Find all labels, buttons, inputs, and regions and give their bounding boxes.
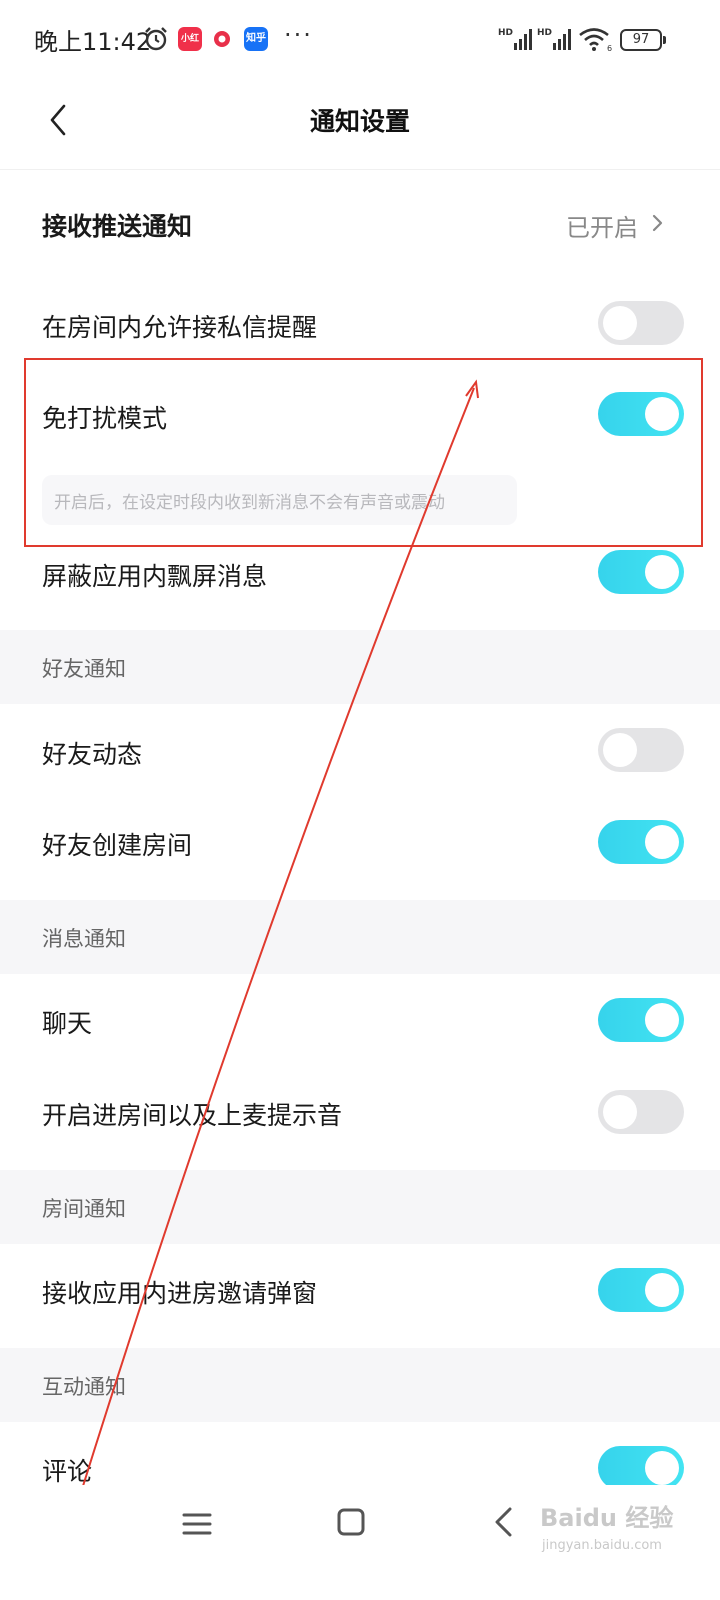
room-invite-popup-row: 接收应用内进房邀请弹窗 (0, 1244, 720, 1348)
room-private-message-label: 在房间内允许接私信提醒 (42, 313, 318, 342)
annotation-highlight-box (24, 358, 703, 547)
battery-icon: 97 (620, 29, 666, 51)
alarm-clock-icon (145, 27, 167, 51)
home-icon[interactable] (336, 1507, 366, 1537)
more-notifications-icon: ··· (284, 21, 313, 49)
section-header-messages: 消息通知 (0, 900, 720, 974)
top-app-bar: 通知设置 (0, 80, 720, 170)
watermark-url: jingyan.baidu.com (542, 1538, 662, 1553)
cellular-signal-icon: HD (498, 28, 532, 50)
room-private-message-toggle[interactable] (598, 301, 684, 345)
chat-toggle[interactable] (598, 998, 684, 1042)
block-floating-message-label: 屏蔽应用内飘屏消息 (42, 562, 268, 591)
page-title: 通知设置 (309, 107, 410, 136)
push-notification-status: 已开启 (566, 214, 638, 242)
section-title: 好友通知 (42, 657, 126, 681)
comment-toggle[interactable] (598, 1446, 684, 1490)
section-title: 房间通知 (42, 1197, 126, 1221)
xiaohongshu-app-icon: 小红书 (178, 27, 202, 68)
friend-activity-toggle[interactable] (598, 728, 684, 772)
chevron-right-icon (652, 214, 663, 232)
comment-label: 评论 (42, 1457, 93, 1486)
friend-activity-row: 好友动态 (0, 704, 720, 796)
room-sound-row: 开启进房间以及上麦提示音 (0, 1066, 720, 1170)
room-sound-label: 开启进房间以及上麦提示音 (42, 1101, 343, 1130)
section-title: 消息通知 (42, 927, 126, 951)
push-notification-label: 接收推送通知 (42, 212, 193, 241)
wifi-icon: 6 (579, 28, 612, 52)
room-sound-toggle[interactable] (598, 1090, 684, 1134)
friend-create-room-label: 好友创建房间 (42, 831, 193, 860)
status-bar: 晚上11:42 小红书 知乎 ··· HD HD 6 97 (0, 0, 720, 80)
recent-apps-icon[interactable] (180, 1507, 214, 1541)
cellular-signal-icon: HD (537, 28, 571, 50)
friend-create-room-toggle[interactable] (598, 820, 684, 864)
room-invite-popup-label: 接收应用内进房邀请弹窗 (42, 1279, 318, 1308)
nav-back-icon[interactable] (490, 1505, 516, 1539)
room-private-message-row: 在房间内允许接私信提醒 (0, 277, 720, 370)
watermark-text: Baidu 经验 (540, 1504, 674, 1532)
baidu-jingyan-watermark: Baidu 经验 jingyan.baidu.com (540, 1488, 700, 1568)
svg-text:HD: HD (498, 28, 513, 38)
friend-create-room-row: 好友创建房间 (0, 796, 720, 900)
push-notification-row[interactable]: 接收推送通知 已开启 (0, 170, 720, 277)
section-header-interaction: 互动通知 (0, 1348, 720, 1422)
block-floating-message-toggle[interactable] (598, 550, 684, 594)
svg-text:6: 6 (607, 44, 612, 52)
zhihu-app-icon: 知乎 (244, 27, 268, 51)
section-title: 互动通知 (42, 1375, 126, 1399)
chat-row: 聊天 (0, 974, 720, 1066)
room-invite-popup-toggle[interactable] (598, 1268, 684, 1312)
friend-activity-label: 好友动态 (42, 740, 143, 769)
app-notification-icon (211, 27, 233, 51)
status-time: 晚上11:42 (34, 28, 152, 56)
section-header-rooms: 房间通知 (0, 1170, 720, 1244)
section-header-friends: 好友通知 (0, 630, 720, 704)
svg-text:HD: HD (537, 28, 552, 38)
battery-level: 97 (632, 32, 650, 47)
chat-label: 聊天 (42, 1009, 93, 1038)
